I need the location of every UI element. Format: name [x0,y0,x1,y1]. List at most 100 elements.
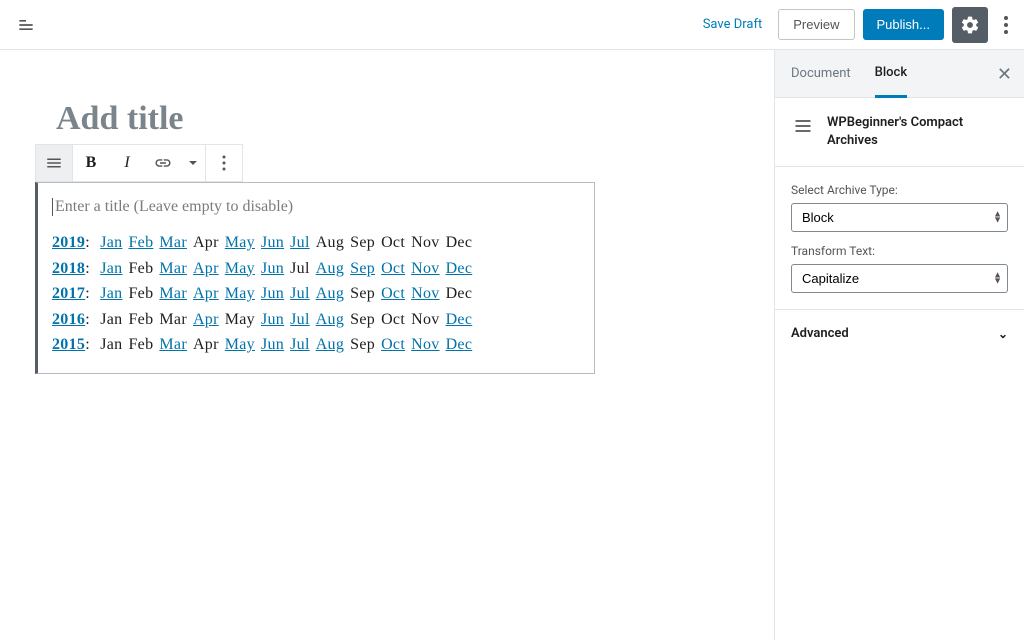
archive-month-link[interactable]: Jan [100,285,122,302]
archive-month-plain: Jul [290,260,310,277]
italic-button[interactable]: I [109,145,145,181]
save-draft-link[interactable]: Save Draft [695,11,771,38]
compact-archives-block[interactable]: 2019: JanFebMarAprMayJunJulAugSepOctNovD… [35,182,595,374]
archive-month-plain: Aug [316,234,344,251]
more-formatting-button[interactable] [181,145,205,181]
toolbar-left [8,7,44,43]
block-icon [791,114,815,138]
editor-canvas: Add title B I [0,50,774,640]
block-toolbar: B I [35,144,243,182]
archive-month-link[interactable]: Nov [411,285,439,302]
transform-text-select[interactable]: Capitalize [791,264,1008,293]
close-sidebar-button[interactable]: ✕ [997,64,1012,85]
archive-month-link[interactable]: Mar [159,260,187,277]
archive-month-link[interactable]: Dec [446,311,473,328]
archive-month-plain: Feb [128,336,153,353]
archive-month-link[interactable]: Jan [100,234,122,251]
archive-month-link[interactable]: Dec [446,260,473,277]
archive-row: 2016: JanFebMarAprMayJunJulAugSepOctNovD… [52,307,584,333]
archive-month-plain: Sep [350,336,375,353]
archive-month-link[interactable]: May [225,260,255,277]
archive-month-plain: Feb [128,260,153,277]
archive-month-link[interactable]: Apr [193,311,219,328]
archive-month-link[interactable]: Apr [193,285,219,302]
archive-month-plain: Feb [128,311,153,328]
chevron-down-icon: ⌄ [998,327,1008,341]
archive-month-link[interactable]: May [225,285,255,302]
archive-year-link[interactable]: 2019 [52,234,85,251]
archive-row: 2015: JanFebMarAprMayJunJulAugSepOctNovD… [52,332,584,358]
vertical-dots-icon [1004,16,1008,34]
archive-month-link[interactable]: Oct [381,336,405,353]
sidebar-tabs: Document Block ✕ [775,50,1024,98]
archive-month-link[interactable]: Jun [261,234,284,251]
toolbar-right: Save Draft Preview Publish... [695,7,1016,43]
archive-row: 2018: JanFebMarAprMayJunJulAugSepOctNovD… [52,256,584,282]
paragraph-icon [45,154,63,172]
archive-month-link[interactable]: May [225,234,255,251]
archive-month-plain: Dec [446,234,473,251]
archive-month-link[interactable]: Jul [290,336,310,353]
archive-year-link[interactable]: 2015 [52,336,85,353]
archive-month-link[interactable]: Aug [316,285,344,302]
bold-button[interactable]: B [73,145,109,181]
archive-month-link[interactable]: Aug [316,336,344,353]
publish-button[interactable]: Publish... [863,9,944,40]
vertical-dots-icon [222,155,226,171]
archive-year-link[interactable]: 2017 [52,285,85,302]
archive-month-link[interactable]: Aug [316,260,344,277]
post-title-input[interactable]: Add title [56,100,764,138]
block-type-button[interactable] [36,145,72,181]
advanced-panel-toggle[interactable]: Advanced ⌄ [775,310,1024,357]
archive-month-link[interactable]: Dec [446,336,473,353]
archive-month-link[interactable]: Jan [100,260,122,277]
archive-month-plain: Sep [350,311,375,328]
paragraph-icon [793,116,813,136]
archive-month-plain: Oct [381,311,405,328]
archive-month-link[interactable]: Jun [261,260,284,277]
link-icon [154,154,172,172]
archive-month-link[interactable]: Jul [290,285,310,302]
archive-year-link[interactable]: 2016 [52,311,85,328]
archive-year-link[interactable]: 2018 [52,260,85,277]
archive-type-select[interactable]: Block [791,203,1008,232]
archive-month-link[interactable]: Jun [261,336,284,353]
link-button[interactable] [145,145,181,181]
archive-month-plain: Nov [411,234,439,251]
preview-button[interactable]: Preview [778,9,854,40]
archive-month-link[interactable]: Nov [411,260,439,277]
archive-month-link[interactable]: Apr [193,260,219,277]
archive-month-link[interactable]: Mar [159,285,187,302]
archive-month-link[interactable]: Sep [350,260,375,277]
archive-month-link[interactable]: Nov [411,336,439,353]
archive-month-plain: Sep [350,285,375,302]
settings-button[interactable] [952,7,988,43]
archive-month-plain: Mar [159,311,187,328]
archive-month-link[interactable]: Jun [261,311,284,328]
more-options-button[interactable] [996,7,1016,43]
archive-month-plain: Dec [446,285,473,302]
archive-month-plain: May [225,311,255,328]
archive-month-link[interactable]: Feb [128,234,153,251]
tab-block[interactable]: Block [875,50,907,98]
gear-icon [960,15,980,35]
close-icon: ✕ [997,64,1012,85]
archive-month-link[interactable]: Jul [290,311,310,328]
archive-month-plain: Jan [100,336,122,353]
archive-month-link[interactable]: May [225,336,255,353]
archive-month-link[interactable]: Mar [159,336,187,353]
transform-text-label: Transform Text: [791,244,1008,258]
tab-document[interactable]: Document [791,51,851,96]
main-area: Add title B I [0,50,1024,640]
archive-title-input[interactable] [52,198,584,216]
block-navigation-button[interactable] [8,7,44,43]
archive-month-link[interactable]: Jul [290,234,310,251]
archive-month-link[interactable]: Oct [381,260,405,277]
archive-month-link[interactable]: Mar [159,234,187,251]
archive-month-link[interactable]: Aug [316,311,344,328]
archive-month-link[interactable]: Oct [381,285,405,302]
archive-month-link[interactable]: Jun [261,285,284,302]
chevron-down-icon [188,158,198,168]
advanced-label: Advanced [791,326,849,341]
block-more-button[interactable] [206,145,242,181]
